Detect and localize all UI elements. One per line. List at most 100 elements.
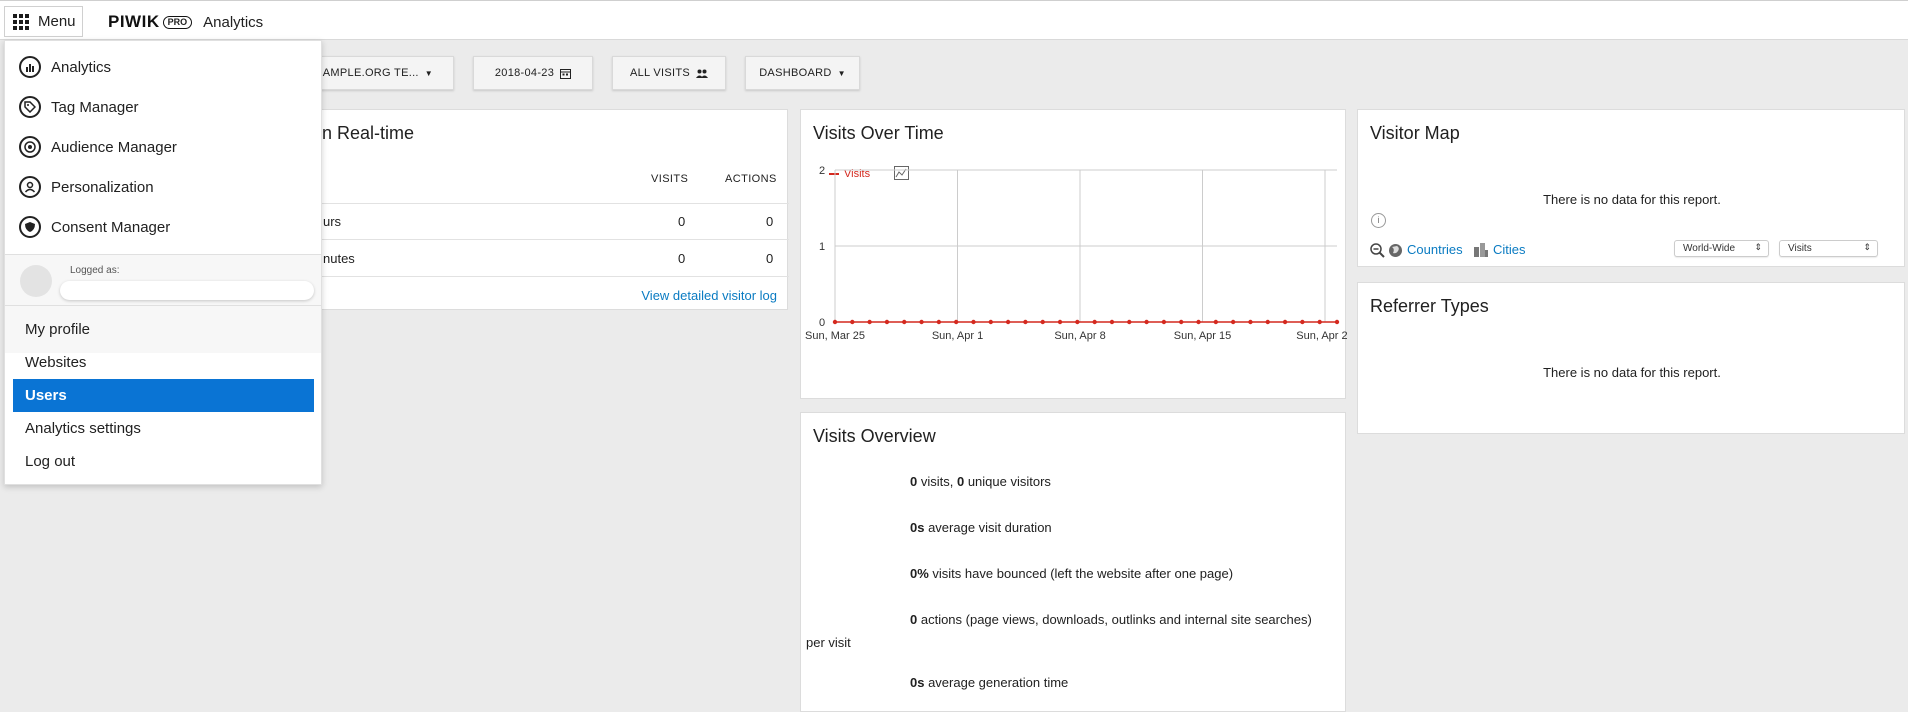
- data-point: [850, 319, 855, 325]
- widget-title: Visits Overview: [813, 426, 936, 446]
- user-circle-icon: [19, 176, 41, 198]
- tag-icon: [19, 96, 41, 118]
- dashboard-selector-button[interactable]: DASHBOARD ▼: [745, 56, 860, 90]
- actions-text: actions (page views, downloads, outlinks…: [917, 612, 1312, 627]
- data-point: [1127, 319, 1132, 325]
- zoom-out-icon[interactable]: [1370, 243, 1385, 258]
- x-tick-label: Sun, Apr 8: [1054, 330, 1105, 342]
- widget-title: Visits Over Time: [813, 123, 944, 143]
- segment-label: ALL VISITS: [629, 67, 691, 79]
- bounce-text: visits have bounced (left the website af…: [928, 566, 1234, 581]
- menu-link-users[interactable]: Users: [13, 379, 314, 412]
- menu-item-label: Personalization: [51, 178, 154, 196]
- avatar: [20, 265, 52, 297]
- data-point: [1040, 319, 1045, 325]
- region-select-value: World-Wide: [1683, 243, 1736, 254]
- data-point: [953, 319, 959, 325]
- menu-link-label: My profile: [25, 321, 91, 338]
- account-field[interactable]: [60, 281, 314, 300]
- overview-bounce: 0% visits have bounced (left the website…: [910, 566, 1233, 581]
- cities-link[interactable]: Cities: [1493, 242, 1526, 257]
- widget-title: n Real-time: [322, 123, 415, 143]
- overview-duration: 0s average visit duration: [910, 520, 1052, 535]
- menu-item-personalization[interactable]: Personalization: [19, 172, 154, 202]
- y-tick-label: 1: [819, 241, 825, 253]
- data-point: [1334, 319, 1340, 325]
- menu-link-label: Users: [25, 387, 67, 404]
- menu-link-log-out[interactable]: Log out: [13, 445, 314, 478]
- data-point: [1265, 319, 1270, 325]
- data-point: [1057, 319, 1063, 325]
- divider: [5, 305, 321, 306]
- logo-text: PIWIK: [108, 12, 160, 31]
- x-tick-label: Sun, Mar 25: [805, 330, 865, 342]
- dashboard-label: DASHBOARD: [759, 67, 832, 79]
- countries-link[interactable]: Countries: [1407, 242, 1463, 257]
- data-point: [902, 319, 907, 325]
- generation-text: average generation time: [924, 675, 1069, 690]
- data-point: [1196, 319, 1201, 325]
- menu-item-audience-manager[interactable]: Audience Manager: [19, 132, 177, 162]
- x-tick-label: Sun, Apr 22: [1296, 330, 1347, 342]
- menu-label: Menu: [38, 13, 76, 30]
- shield-icon: [19, 216, 41, 238]
- caret-down-icon: ▼: [424, 68, 433, 78]
- menu-link-websites[interactable]: Websites: [13, 346, 314, 379]
- data-point: [919, 319, 924, 325]
- menu-item-consent-manager[interactable]: Consent Manager: [19, 212, 170, 242]
- logo[interactable]: PIWIK PRO Analytics: [108, 12, 263, 32]
- view-visitor-log-link[interactable]: View detailed visitor log: [641, 288, 777, 303]
- site-selector-button[interactable]: XAMPLE.ORG TE... ▼: [310, 56, 454, 90]
- menu-item-analytics[interactable]: Analytics: [19, 52, 111, 82]
- widget-title: Referrer Types: [1370, 296, 1489, 316]
- menu-item-tag-manager[interactable]: Tag Manager: [19, 92, 139, 122]
- globe-icon: [1389, 244, 1402, 257]
- menu-link-my-profile[interactable]: My profile: [13, 313, 314, 346]
- referrer-types-widget: Referrer Types There is no data for this…: [1357, 282, 1905, 434]
- data-point: [1282, 319, 1288, 325]
- data-point: [1023, 319, 1028, 325]
- menu-button[interactable]: Menu: [4, 6, 83, 37]
- visits-text: visits,: [917, 474, 957, 489]
- segment-selector-button[interactable]: ALL VISITS: [612, 56, 726, 90]
- overview-actions-suffix: per visit: [806, 635, 851, 650]
- app-menu-dropdown: Analytics Tag Manager Audience Manager P…: [4, 40, 322, 485]
- menu-link-analytics-settings[interactable]: Analytics settings: [13, 412, 314, 445]
- select-arrows-icon: ⇕: [1754, 242, 1762, 252]
- bar-chart-icon: [19, 56, 41, 78]
- empty-message: There is no data for this report.: [1543, 192, 1721, 207]
- menu-item-label: Analytics: [51, 58, 112, 76]
- data-point: [1075, 319, 1080, 325]
- date-label: 2018-04-23: [494, 67, 555, 79]
- app-name: Analytics: [203, 13, 264, 31]
- date-selector-button[interactable]: 2018-04-23: [473, 56, 593, 90]
- visitor-map-widget: Visitor Map There is no data for this re…: [1357, 109, 1905, 267]
- x-tick-label: Sun, Apr 1: [932, 330, 983, 342]
- widget-title: Visitor Map: [1370, 123, 1460, 143]
- y-tick-label: 0: [819, 317, 825, 329]
- duration-value: 0s: [910, 520, 925, 535]
- users-icon: [696, 69, 709, 78]
- visits-chart: 0 1 2 Sun, Mar 25 Sun, Apr 1 Sun, Apr 8 Sun, A…: [805, 165, 1347, 342]
- generation-value: 0s: [910, 675, 925, 690]
- data-point: [988, 319, 993, 325]
- table-row: nutes 0 0: [311, 241, 789, 277]
- overview-visits: 0 visits, 0 unique visitors: [910, 474, 1051, 489]
- info-icon[interactable]: i: [1371, 213, 1386, 228]
- column-header-visits: VISITS: [651, 173, 689, 185]
- select-arrows-icon: ⇕: [1863, 242, 1871, 252]
- column-header-actions: ACTIONS: [725, 173, 777, 185]
- region-select[interactable]: World-Wide ⇕: [1674, 240, 1769, 257]
- data-point: [1109, 319, 1115, 325]
- row-actions: 0: [766, 251, 774, 266]
- realtime-widget: n Real-time VISITS ACTIONS urs 0 0 nutes…: [310, 109, 789, 310]
- visits-overview-widget: Visits Overview: [800, 412, 1346, 712]
- table-row: urs 0 0: [311, 204, 789, 240]
- logged-as-label: Logged as:: [70, 265, 120, 276]
- target-icon: [19, 136, 41, 158]
- data-point: [1248, 319, 1253, 325]
- calendar-icon: [560, 68, 572, 79]
- data-point: [867, 319, 872, 325]
- metric-select[interactable]: Visits ⇕: [1779, 240, 1878, 257]
- data-point: [1161, 319, 1167, 325]
